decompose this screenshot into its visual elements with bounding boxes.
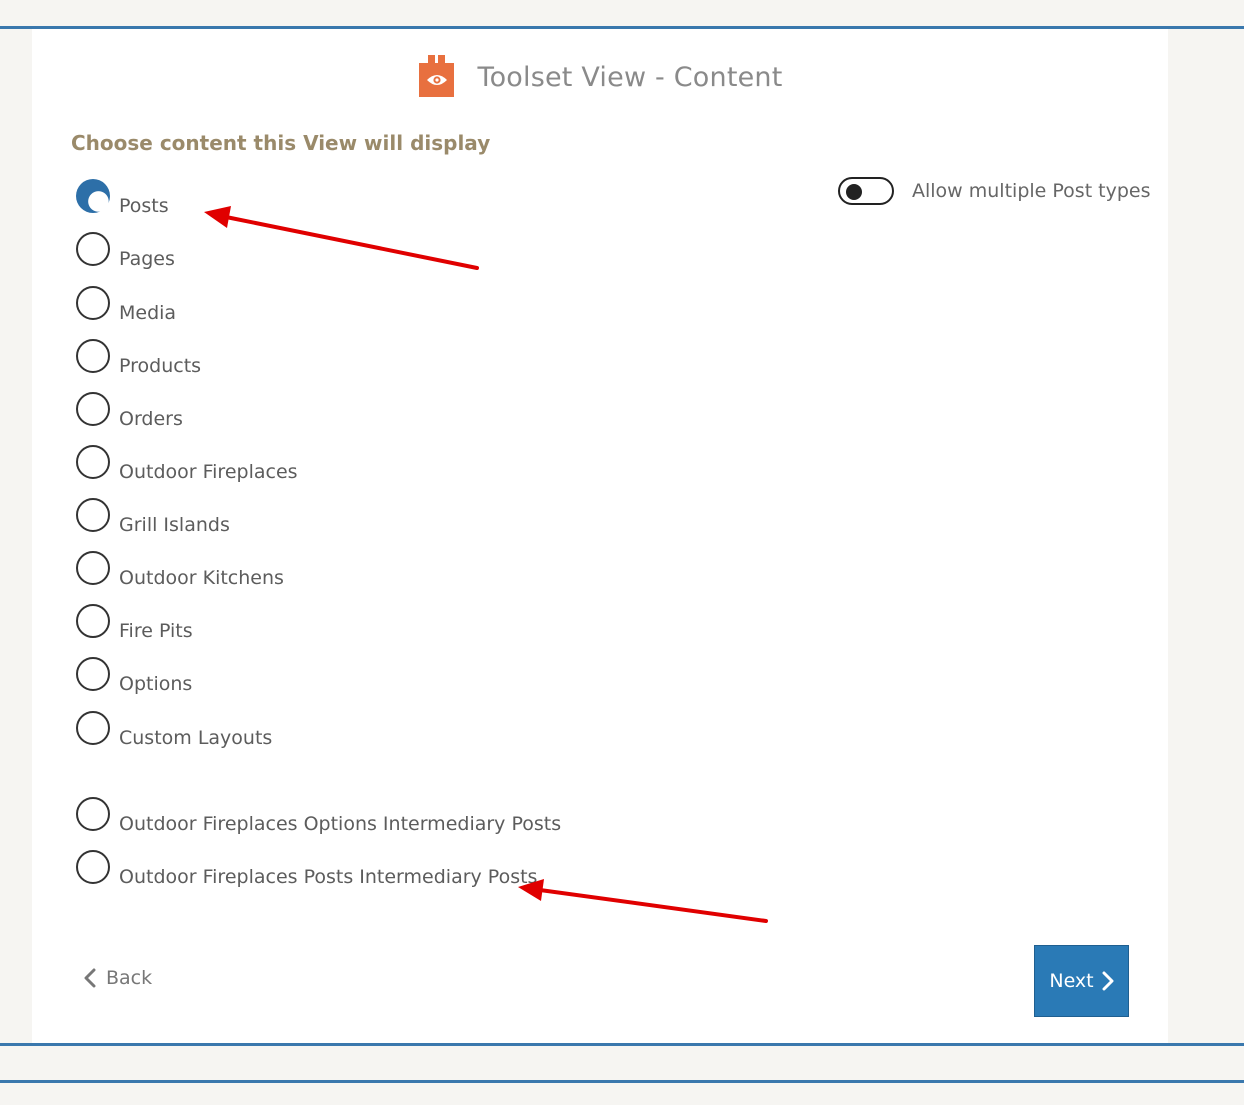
bottom-divider (0, 1043, 1244, 1046)
bottom-divider-2 (0, 1080, 1244, 1083)
radio-button-checked[interactable] (76, 179, 110, 213)
radio-button[interactable] (76, 604, 110, 638)
radio-button[interactable] (76, 850, 110, 884)
radio-button[interactable] (76, 339, 110, 373)
radio-button[interactable] (76, 232, 110, 266)
radio-option-outdoor-kitchens[interactable]: Outdoor Kitchens (76, 551, 284, 595)
section-heading: Choose content this View will display (71, 131, 491, 155)
radio-button[interactable] (76, 286, 110, 320)
radio-label: Outdoor Kitchens (119, 567, 284, 589)
radio-label: Grill Islands (119, 514, 230, 536)
radio-button[interactable] (76, 498, 110, 532)
radio-label: Outdoor Fireplaces (119, 461, 298, 483)
radio-label: Posts (119, 195, 169, 217)
radio-option-custom-layouts[interactable]: Custom Layouts (76, 711, 272, 755)
next-button[interactable]: Next (1034, 945, 1129, 1017)
back-button[interactable]: Back (84, 967, 152, 989)
radio-button[interactable] (76, 551, 110, 585)
radio-label: Outdoor Fireplaces Posts Intermediary Po… (119, 866, 538, 888)
radio-button[interactable] (76, 445, 110, 479)
radio-option-grill-islands[interactable]: Grill Islands (76, 498, 230, 542)
wizard-header: Toolset View - Content (32, 49, 1168, 105)
radio-option-orders[interactable]: Orders (76, 392, 183, 436)
next-label: Next (1049, 970, 1094, 992)
chevron-left-icon (84, 968, 96, 988)
radio-label: Media (119, 302, 177, 324)
radio-button[interactable] (76, 797, 110, 831)
page-title: Toolset View - Content (477, 61, 783, 93)
radio-label: Pages (119, 248, 175, 270)
allow-multiple-toggle-row: Allow multiple Post types (838, 177, 1151, 205)
allow-multiple-post-types-toggle[interactable] (838, 177, 894, 205)
radio-button[interactable] (76, 711, 110, 745)
radio-option-options[interactable]: Options (76, 657, 192, 701)
radio-button[interactable] (76, 657, 110, 691)
toggle-label: Allow multiple Post types (912, 180, 1151, 202)
radio-button[interactable] (76, 392, 110, 426)
radio-option-fireplaces-options-intermediary[interactable]: Outdoor Fireplaces Options Intermediary … (76, 797, 561, 841)
radio-label: Options (119, 673, 193, 695)
eye-icon (426, 75, 447, 85)
radio-option-posts[interactable]: Posts (76, 179, 169, 223)
toggle-knob (846, 184, 862, 200)
radio-option-fireplaces-posts-intermediary[interactable]: Outdoor Fireplaces Posts Intermediary Po… (76, 850, 537, 894)
radio-label: Orders (119, 408, 183, 430)
radio-option-media[interactable]: Media (76, 286, 176, 330)
toolset-logo (417, 55, 455, 99)
wizard-panel: Toolset View - Content Choose content th… (32, 29, 1168, 1044)
back-label: Back (106, 967, 153, 989)
chevron-right-icon (1102, 971, 1114, 991)
radio-option-fire-pits[interactable]: Fire Pits (76, 604, 193, 648)
radio-label: Fire Pits (119, 620, 193, 642)
radio-option-products[interactable]: Products (76, 339, 201, 383)
radio-option-outdoor-fireplaces[interactable]: Outdoor Fireplaces (76, 445, 298, 489)
radio-label: Custom Layouts (119, 727, 273, 749)
radio-label: Products (119, 355, 202, 377)
radio-label: Outdoor Fireplaces Options Intermediary … (119, 813, 562, 835)
radio-option-pages[interactable]: Pages (76, 232, 175, 276)
